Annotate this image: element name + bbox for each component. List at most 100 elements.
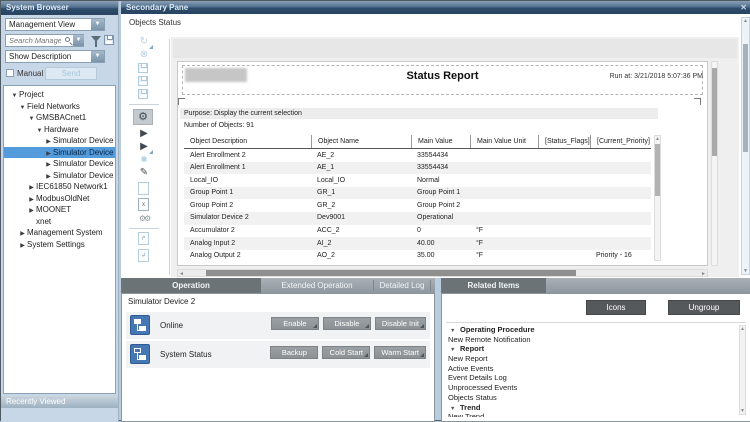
description-dropdown[interactable]: Show Description ▼ — [5, 50, 105, 63]
table-row[interactable]: Alert Enrollment 1AE_133554434 — [184, 162, 651, 175]
table-scrollbar[interactable]: ▲ — [654, 135, 661, 261]
cancel-icon[interactable]: ⊗ — [135, 49, 153, 62]
scroll-up-icon[interactable]: ▲ — [740, 326, 745, 332]
column-header[interactable]: Main Value Unit — [470, 135, 538, 148]
scroll-left-icon[interactable]: ◄ — [179, 271, 184, 277]
viewer-vertical-scrollbar[interactable] — [711, 61, 718, 266]
export-excel-icon[interactable]: x — [138, 198, 149, 211]
import-file-icon[interactable]: ↲ — [138, 249, 149, 262]
cell — [538, 237, 590, 250]
tree-item-simulator-device-100[interactable]: ▶Simulator Device 100 — [4, 170, 115, 182]
scrollbar-thumb[interactable] — [712, 68, 717, 156]
tab-operation[interactable]: Operation — [121, 278, 261, 293]
group-operating-procedure[interactable]: ▼Operating Procedure — [446, 325, 736, 335]
table-row[interactable]: Group Point 1GR_1Group Point 1 — [184, 187, 651, 200]
save-search-icon[interactable] — [104, 35, 114, 45]
secondary-pane-content: Objects Status ↻ ⊗ ⚙ ▶ ▶ ■ ✎ x ⚙⚙ ↱ ↲ St… — [121, 14, 750, 278]
scroll-up-icon[interactable]: ▲ — [742, 18, 749, 24]
table-row[interactable]: Group Point 2GR_2Group Point 2 — [184, 199, 651, 212]
tree-item-system-settings[interactable]: ▶System Settings — [4, 239, 115, 251]
tree-item-simulator-device-50[interactable]: ▶Simulator Device 50 — [4, 158, 115, 170]
tree-item-iec61850-network1[interactable]: ▶IEC61850 Network1 — [4, 181, 115, 193]
list-item-new-remote-notification[interactable]: New Remote Notification — [446, 335, 736, 345]
column-header[interactable]: [Status_Flags] — [538, 135, 590, 148]
ungroup-button[interactable]: Ungroup — [668, 300, 740, 315]
tree-item-simulator-device-2[interactable]: ▶Simulator Device 2 — [4, 147, 115, 159]
column-header[interactable]: Main Value — [411, 135, 470, 148]
table-row[interactable]: Simulator Device 2Dev9001Operational — [184, 212, 651, 225]
disable-button[interactable]: Disable — [323, 317, 371, 330]
expander-icon[interactable]: ▶ — [18, 241, 27, 253]
crop-mark — [694, 98, 701, 105]
table-row[interactable]: Local_IOLocal_IONormal — [184, 174, 651, 187]
chevron-down-icon[interactable]: ▼ — [91, 19, 104, 30]
backup-button[interactable]: Backup — [270, 346, 318, 359]
tab-related-items[interactable]: Related Items — [441, 278, 546, 293]
settings-icon[interactable]: ⚙ — [133, 109, 153, 125]
related-items-scrollbar[interactable]: ▲ ▼ — [739, 325, 746, 415]
list-item-objects-status[interactable]: Objects Status — [446, 393, 736, 403]
table-row[interactable]: Accumulator 2ACC_20°F — [184, 225, 651, 238]
search-options-chevron-icon[interactable]: ▼ — [73, 35, 84, 46]
stop-icon[interactable]: ■ — [135, 154, 153, 167]
list-item-new-report[interactable]: New Report — [446, 354, 736, 364]
column-header[interactable]: Object Name — [311, 135, 411, 148]
tree-item-hardware[interactable]: ▼Hardware — [4, 124, 115, 136]
enable-button[interactable]: Enable — [271, 317, 319, 330]
manage-gears-icon[interactable]: ⚙⚙ — [135, 213, 153, 226]
cold-start-button[interactable]: Cold Start — [322, 346, 370, 359]
expander-icon[interactable]: ▼ — [18, 103, 27, 115]
system-browser-bar[interactable]: System Browser — [1, 1, 118, 15]
tab-objects-status[interactable]: Objects Status — [129, 18, 181, 27]
tab-detailed-log[interactable]: Detailed Log — [374, 278, 430, 293]
tab-extended-operation[interactable]: Extended Operation — [261, 278, 373, 293]
scroll-right-icon[interactable]: ► — [701, 271, 706, 277]
view-dropdown[interactable]: Management View ▼ — [5, 18, 105, 31]
list-item-active-events[interactable]: Active Events — [446, 364, 736, 374]
icons-button[interactable]: Icons — [586, 300, 646, 315]
close-icon[interactable]: ✕ — [740, 3, 747, 12]
recently-viewed-bar[interactable]: Recently Viewed — [1, 395, 118, 408]
system-browser-panel: System Browser Management View ▼ ▼ Show … — [1, 1, 119, 422]
tree-item-modbusoldnet[interactable]: ▶ModbusOldNet — [4, 193, 115, 205]
table-row[interactable]: Alert Enrollment 2AE_233554434 — [184, 149, 651, 162]
manual-checkbox[interactable] — [6, 69, 14, 77]
filter-icon[interactable] — [91, 36, 101, 42]
scroll-up-icon[interactable]: ▲ — [655, 136, 660, 142]
expander-icon[interactable]: ▼ — [35, 126, 44, 138]
warm-start-button[interactable]: Warm Start — [374, 346, 426, 359]
list-item-unprocessed-events[interactable]: Unprocessed Events — [446, 383, 736, 393]
disable-init-button[interactable]: Disable Init — [375, 317, 426, 330]
save-as-icon[interactable] — [138, 76, 148, 86]
tree-item-management-system[interactable]: ▶Management System — [4, 227, 115, 239]
scrollbar-thumb[interactable] — [206, 270, 576, 276]
tree-item-field-networks[interactable]: ▼Field Networks — [4, 101, 115, 113]
save-icon[interactable] — [138, 63, 148, 73]
table-row[interactable]: Analog Output 2AO_235.00°FPriority - 16 — [184, 250, 651, 263]
column-header[interactable]: Object Description — [184, 135, 311, 148]
send-button[interactable]: Send — [45, 67, 97, 80]
play-icon[interactable]: ▶ — [135, 128, 153, 141]
column-header[interactable]: [Current_Priority] — [590, 135, 651, 148]
scroll-down-icon[interactable]: ▼ — [740, 408, 745, 414]
viewer-horizontal-scrollbar[interactable]: ◄ ► — [177, 269, 708, 277]
scrollbar-thumb[interactable] — [743, 44, 748, 152]
tree-item-simulator-device-1[interactable]: ▶Simulator Device 1 — [4, 135, 115, 147]
chevron-down-icon[interactable]: ▼ — [91, 51, 104, 62]
group-trend[interactable]: ▼Trend — [446, 403, 736, 413]
save-all-icon[interactable] — [138, 89, 148, 99]
tree-item-xnet[interactable]: xnet — [4, 216, 115, 228]
tree-item-project[interactable]: ▼Project — [4, 89, 115, 101]
pane-vertical-scrollbar[interactable]: ▲ ▼ — [741, 17, 750, 275]
scroll-down-icon[interactable]: ▼ — [742, 268, 749, 274]
list-item-event-details-log[interactable]: Event Details Log — [446, 373, 736, 383]
table-row[interactable]: Analog Input 2AI_240.00°F — [184, 237, 651, 250]
tree-item-moonet[interactable]: ▶MOONET — [4, 204, 115, 216]
group-report[interactable]: ▼Report — [446, 344, 736, 354]
edit-icon[interactable]: ✎ — [135, 167, 153, 180]
cell: GR_2 — [311, 199, 411, 212]
list-item-new-trend[interactable]: New Trend — [446, 412, 736, 417]
scrollbar-thumb[interactable] — [655, 144, 660, 196]
export-file-icon[interactable]: ↱ — [138, 232, 149, 245]
export-pdf-icon[interactable] — [138, 182, 149, 195]
